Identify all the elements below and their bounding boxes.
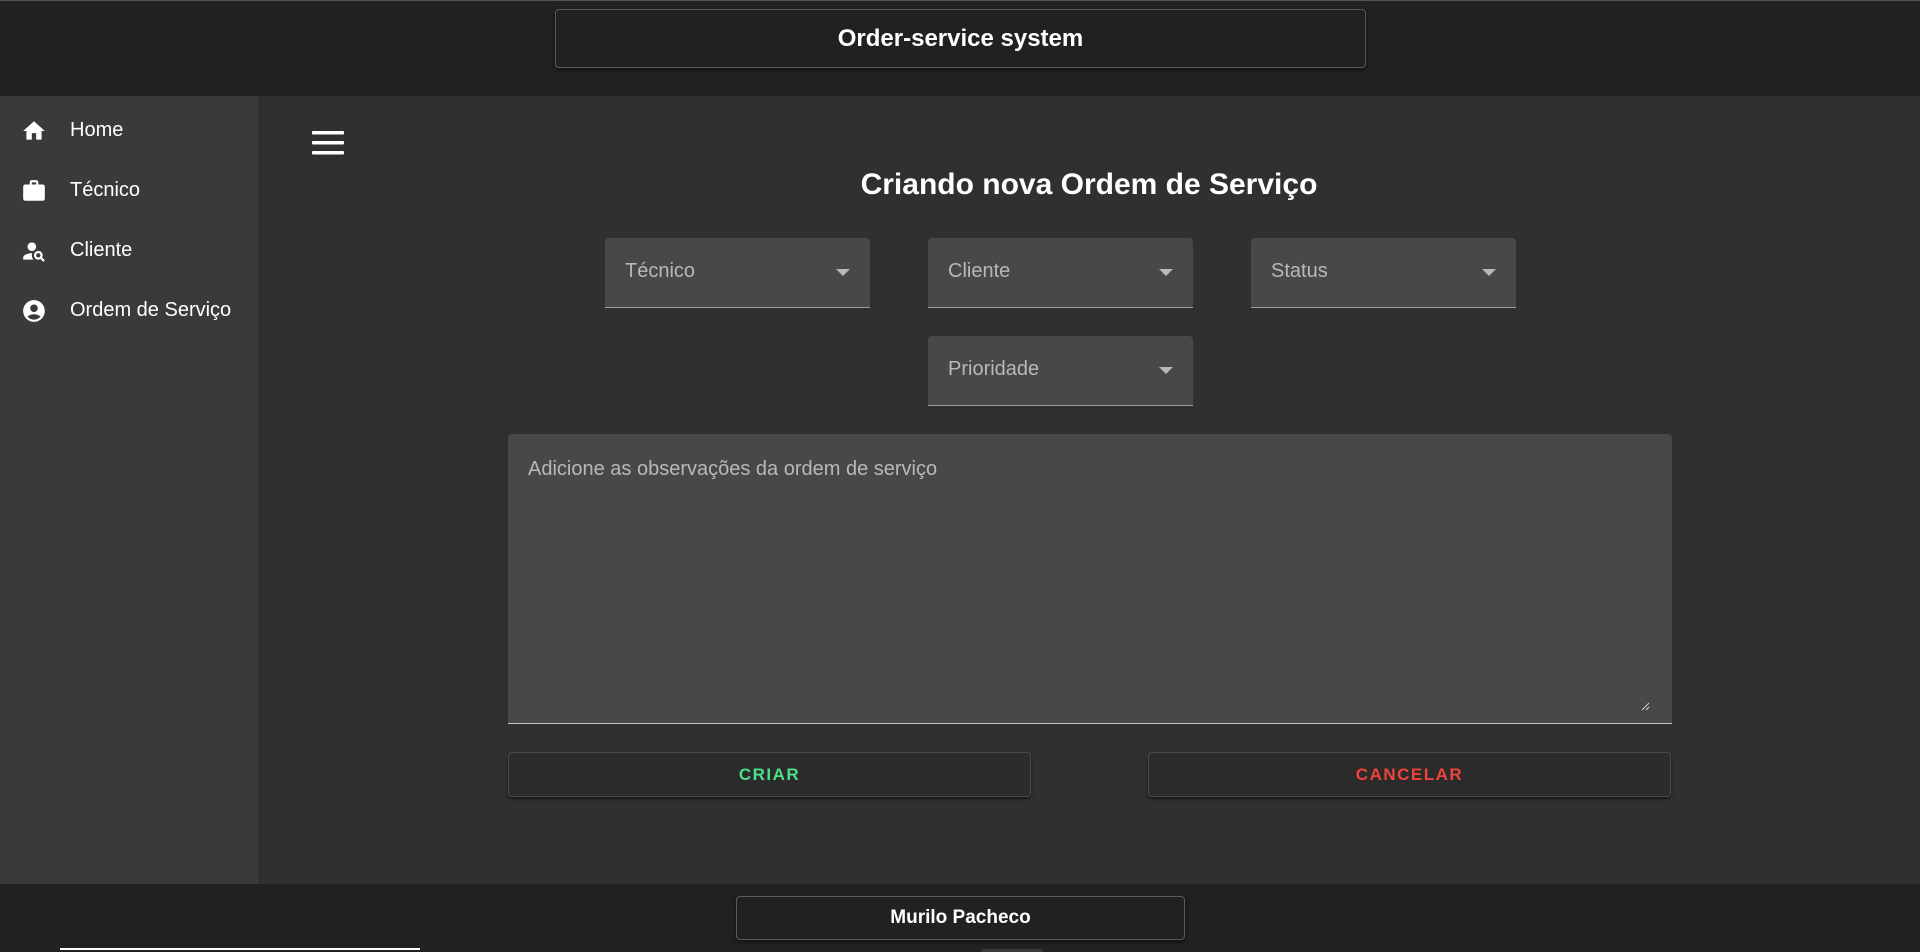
tecnico-select[interactable]: Técnico [605,238,870,308]
prioridade-select[interactable]: Prioridade [928,336,1193,406]
footer-user-name: Murilo Pacheco [736,896,1185,940]
cliente-select[interactable]: Cliente [928,238,1193,308]
sidebar: Home Técnico Cliente Ordem de Serviço [0,96,258,884]
home-icon [21,118,47,144]
menu-icon [312,131,344,155]
cancelar-button[interactable]: CANCELAR [1148,752,1671,797]
dropdown-arrow-icon [1159,269,1173,276]
footer-divider [60,948,420,950]
dropdown-arrow-icon [1482,269,1496,276]
observacoes-textarea[interactable] [508,434,1672,723]
dropdown-arrow-icon [1159,367,1173,374]
account-circle-icon [21,298,47,324]
observacoes-field [508,434,1672,724]
sidebar-item-label: Home [70,118,124,141]
resize-grip-icon[interactable] [1641,702,1650,711]
status-select-label: Status [1271,260,1328,282]
sidebar-item-ordem-de-servico[interactable]: Ordem de Serviço [0,284,258,336]
prioridade-select-label: Prioridade [948,358,1040,380]
page-title: Criando nova Ordem de Serviço [860,168,1318,201]
app-title: Order-service system [555,9,1366,68]
sidebar-item-home[interactable]: Home [0,104,258,156]
person-search-icon [21,238,47,264]
sidebar-item-label: Cliente [70,238,133,261]
criar-button[interactable]: CRIAR [508,752,1031,797]
dropdown-arrow-icon [836,269,850,276]
cliente-select-label: Cliente [948,260,1011,282]
sidebar-item-tecnico[interactable]: Técnico [0,164,258,216]
status-select[interactable]: Status [1251,238,1516,308]
sidebar-item-cliente[interactable]: Cliente [0,224,258,276]
sidebar-item-label: Ordem de Serviço [70,298,232,321]
menu-button[interactable] [310,128,346,160]
sidebar-item-label: Técnico [70,178,141,201]
tecnico-select-label: Técnico [625,260,696,282]
briefcase-icon [21,178,47,204]
